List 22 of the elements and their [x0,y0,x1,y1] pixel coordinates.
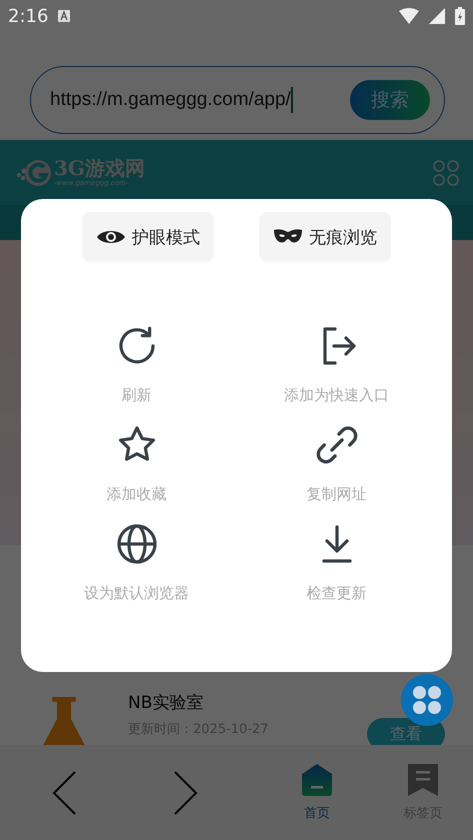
keyboard-a-icon [58,10,70,22]
clock: 2:16 [8,6,48,26]
home-tab[interactable]: 首页 [295,764,339,822]
address-field[interactable]: https://m.gameggg.com/app/ 搜索 [30,66,445,134]
menu-action[interactable]: 添加为快速入口 [236,322,436,405]
menu-action[interactable]: 复制网址 [236,421,436,504]
battery-icon [455,7,465,25]
logo-text: 3G游戏网 [54,157,145,179]
incognito-button[interactable]: 无痕浏览 [259,212,391,262]
menu-action[interactable]: 添加收藏 [36,421,236,504]
app-name: NB实验室 [128,692,204,714]
wifi-icon [399,8,419,24]
signal-icon [429,8,445,24]
bookmark-icon [408,764,438,796]
clover-icon [413,686,441,714]
home-icon [302,764,332,796]
view-button[interactable]: 查看 [367,718,445,745]
eye-care-button[interactable]: 护眼模式 [82,212,214,262]
menu-action[interactable]: 检查更新 [236,520,436,603]
menu-action[interactable]: 设为默认浏览器 [36,520,236,603]
search-button[interactable]: 搜索 [350,80,430,120]
menu-action[interactable]: 刷新 [36,322,236,405]
